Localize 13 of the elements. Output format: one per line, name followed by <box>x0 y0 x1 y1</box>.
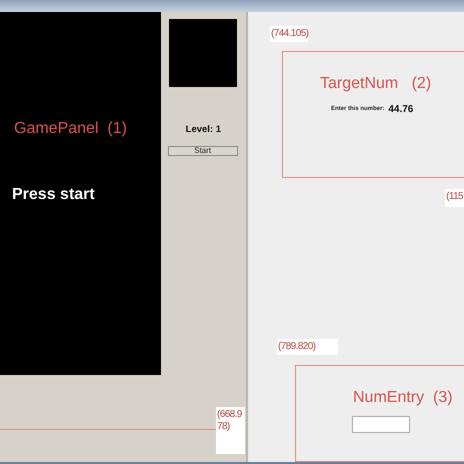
coordinate-label: (789.820) <box>277 339 338 355</box>
coordinate-label: (115 <box>445 189 464 207</box>
annotation-label: GamePanel (1) <box>14 119 128 139</box>
annotation-label: TargetNum (2) <box>320 74 432 94</box>
level-label: Level: 1 <box>184 123 222 137</box>
preview-panel <box>168 19 237 87</box>
annotation-label: NumEntry (3) <box>353 388 453 408</box>
coordinate-label: (744.105) <box>270 26 308 42</box>
number-input[interactable] <box>352 416 410 433</box>
status-message: Press start <box>12 185 96 205</box>
coordinate-label: (668.978) <box>216 407 245 454</box>
target-number: 44.76 <box>388 103 414 117</box>
start-button[interactable]: Start <box>168 146 238 156</box>
